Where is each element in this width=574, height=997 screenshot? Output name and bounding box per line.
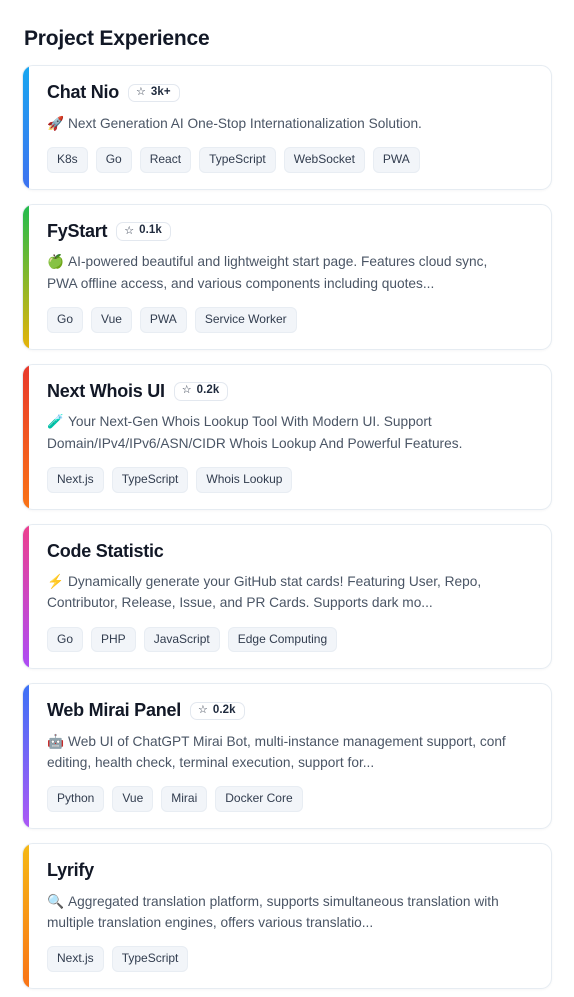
tag-chip[interactable]: Service Worker [194,306,297,333]
star-badge[interactable]: ☆ 0.2k [173,382,229,401]
project-card-next-whois-ui[interactable]: Next Whois UI ☆ 0.2k 🧪 Your Next-Gen Whoi… [22,363,552,510]
card-accent-bar [23,204,29,349]
project-description: 🚀 Next Generation AI One-Stop Internation… [47,113,517,134]
card-accent-bar [23,364,29,509]
description-text: Next Generation AI One-Stop Internationa… [68,115,422,131]
tag-chip[interactable]: TypeScript [199,147,276,173]
description-text: Aggregated translation platform, support… [47,893,499,931]
star-icon: ☆ [136,85,146,98]
tag-list: Python Vue Mirai Docker Core [47,786,533,813]
rocket-emoji: 🚀 [47,115,65,131]
star-badge[interactable]: ☆ 0.1k [116,222,171,241]
star-icon: ☆ [181,384,192,397]
green-apple-emoji: 🍏 [47,254,65,270]
star-count: 3k+ [150,85,171,98]
project-title: Lyrify [47,860,94,881]
magnifying-glass-emoji: 🔍 [47,893,65,909]
card-header: Next Whois UI ☆ 0.2k [47,381,533,403]
tag-chip[interactable]: Whois Lookup [196,466,293,493]
tag-chip[interactable]: Vue [112,786,154,813]
tag-chip[interactable]: WebSocket [283,147,365,173]
tag-list: Next.js TypeScript Whois Lookup [47,466,533,493]
star-count: 0.1k [139,224,162,237]
project-card-lyrify[interactable]: Lyrify 🔍 Aggregated translation platform,… [22,843,552,990]
project-card-fystart[interactable]: FyStart ☆ 0.1k 🍏 AI-powered beautiful and… [22,203,552,350]
tag-chip[interactable]: PHP [91,626,136,653]
card-accent-bar [23,524,29,669]
robot-emoji: 🤖 [47,733,65,749]
tag-chip[interactable]: Docker Core [215,786,303,813]
tag-chip[interactable]: Go [47,626,84,653]
tag-chip[interactable]: PWA [139,306,187,333]
tag-list: Go PHP JavaScript Edge Computing [47,626,533,653]
tag-chip[interactable]: Edge Computing [227,626,338,653]
description-text: Dynamically generate your GitHub stat ca… [47,574,482,611]
project-description: 🧪 Your Next-Gen Whois Lookup Tool With Mo… [47,411,517,453]
star-count: 0.2k [212,703,236,716]
tag-chip[interactable]: Vue [91,306,132,333]
description-text: Your Next-Gen Whois Lookup Tool With Mod… [47,414,463,451]
tag-list: Next.js TypeScript [47,946,533,973]
project-experience-page: Project Experience Chat Nio ☆ 3k+ 🚀 Next … [0,26,574,990]
project-title: Chat Nio [47,82,119,103]
card-accent-bar [23,684,29,829]
tag-chip[interactable]: JavaScript [143,626,220,653]
star-count: 0.2k [196,384,220,397]
tag-chip[interactable]: Next.js [47,946,104,973]
project-description: ⚡ Dynamically generate your GitHub stat c… [47,571,517,613]
test-tube-emoji: 🧪 [47,414,65,430]
tag-chip[interactable]: Go [95,147,132,173]
tag-chip[interactable]: Go [47,306,84,333]
high-voltage-emoji: ⚡ [47,574,65,590]
description-text: AI-powered beautiful and lightweight sta… [47,254,488,291]
tag-chip[interactable]: TypeScript [111,466,189,493]
tag-chip[interactable]: TypeScript [111,946,189,973]
star-icon: ☆ [197,704,208,717]
card-accent-bar [23,844,29,989]
tag-list: K8s Go React TypeScript WebSocket PWA [47,147,533,173]
tag-list: Go Vue PWA Service Worker [47,306,533,333]
description-text: Web UI of ChatGPT Mirai Bot, multi-insta… [47,733,506,771]
star-badge[interactable]: ☆ 3k+ [128,83,180,103]
project-card-web-mirai-panel[interactable]: Web Mirai Panel ☆ 0.2k 🤖 Web UI of ChatGP… [22,683,552,830]
card-header: FyStart ☆ 0.1k [47,221,533,243]
page-title: Project Experience [24,27,210,50]
card-header: Code Statistic [47,541,533,563]
star-badge[interactable]: ☆ 0.2k [189,701,245,721]
tag-chip[interactable]: Next.js [47,466,104,493]
tag-chip[interactable]: React [139,147,192,173]
project-description: 🔍 Aggregated translation platform, suppor… [47,891,517,933]
project-card-list: Chat Nio ☆ 3k+ 🚀 Next Generation AI One-S… [22,65,552,990]
card-header: Chat Nio ☆ 3k+ [47,82,533,104]
project-title: Code Statistic [47,540,164,561]
project-title: FyStart [47,220,108,241]
tag-chip[interactable]: Python [47,786,105,813]
project-title: Next Whois UI [47,380,165,401]
project-card-code-statistic[interactable]: Code Statistic ⚡ Dynamically generate you… [22,523,552,670]
star-icon: ☆ [124,224,135,237]
project-description: 🤖 Web UI of ChatGPT Mirai Bot, multi-inst… [47,731,517,773]
card-header: Web Mirai Panel ☆ 0.2k [47,700,533,722]
tag-chip[interactable]: K8s [47,147,88,173]
tag-chip[interactable]: Mirai [161,786,208,813]
project-description: 🍏 AI-powered beautiful and lightweight st… [47,251,517,293]
tag-chip[interactable]: PWA [372,147,420,173]
project-card-chat-nio[interactable]: Chat Nio ☆ 3k+ 🚀 Next Generation AI One-S… [22,65,552,190]
project-title: Web Mirai Panel [47,700,181,721]
card-header: Lyrify [47,860,533,882]
card-accent-bar [23,66,29,189]
